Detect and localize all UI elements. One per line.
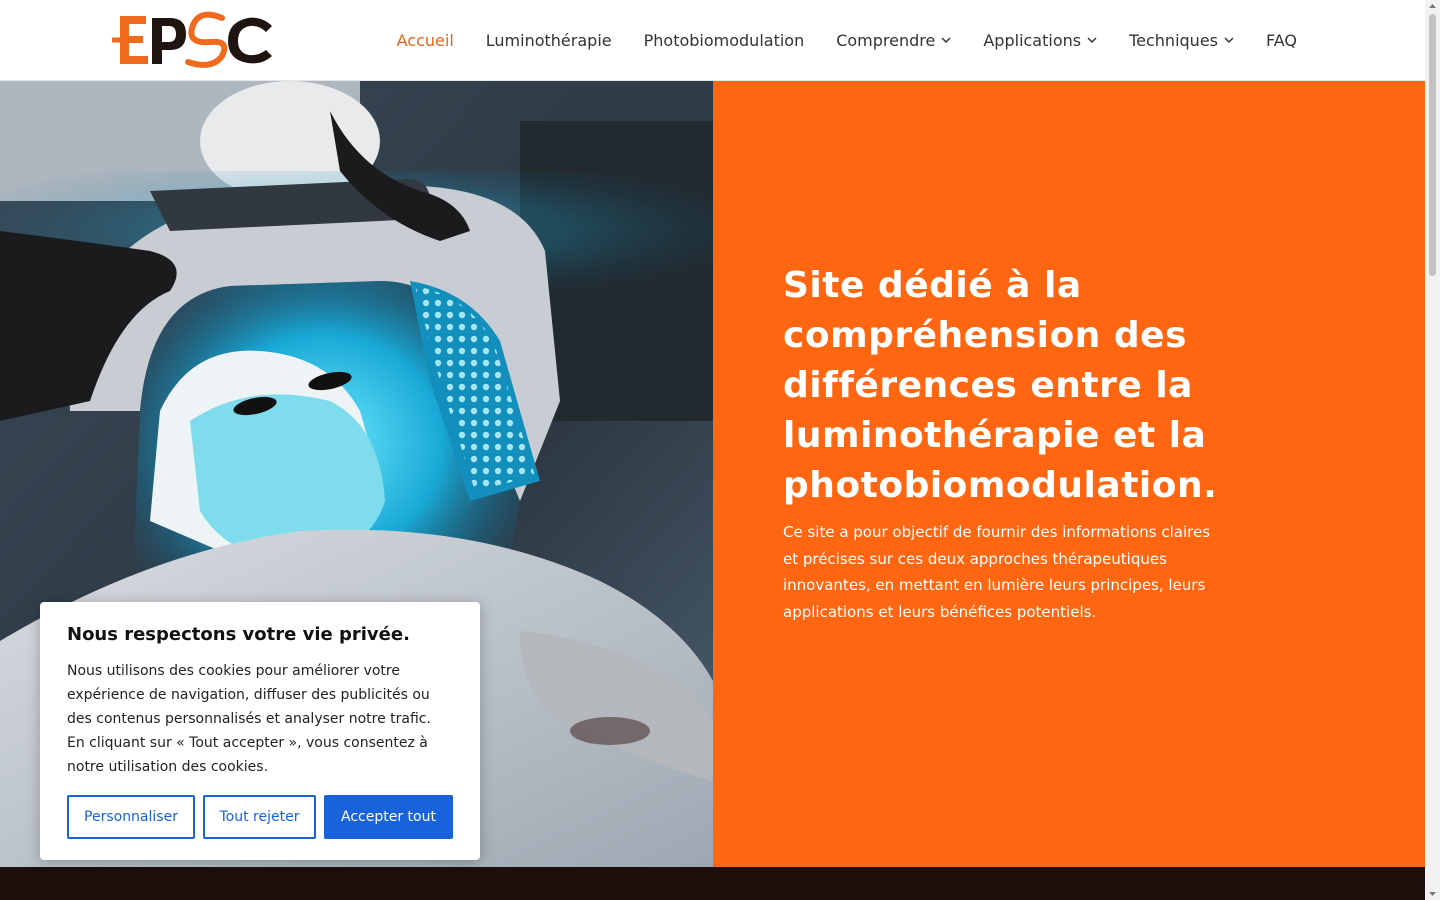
hero-description: Ce site a pour objectif de fournir des i… bbox=[783, 523, 1211, 621]
scrollbar-thumb[interactable] bbox=[1429, 14, 1436, 276]
scroll-down-icon[interactable] bbox=[1428, 889, 1437, 898]
chevron-down-icon bbox=[1087, 37, 1097, 44]
nav-item-label: Applications bbox=[983, 30, 1082, 50]
nav-item-luminotherapie[interactable]: Luminothérapie bbox=[486, 31, 612, 50]
nav-item-label: Luminothérapie bbox=[485, 30, 612, 50]
nav-item-accueil[interactable]: Accueil bbox=[397, 31, 454, 50]
nav-item-label: Comprendre bbox=[836, 30, 936, 50]
cookie-description: Nous utilisons des cookies pour améliore… bbox=[67, 663, 431, 775]
nav-item-label: Accueil bbox=[396, 30, 454, 50]
next-section bbox=[0, 867, 1425, 900]
nav-item-photobiomodulation[interactable]: Photobiomodulation bbox=[644, 31, 805, 50]
nav-item-label: Photobiomodulation bbox=[643, 30, 805, 50]
reject-all-button[interactable]: Tout rejeter bbox=[203, 795, 316, 839]
cookie-title: Nous respectons votre vie privée. bbox=[67, 624, 410, 645]
nav-item-label: FAQ bbox=[1266, 30, 1297, 50]
main-nav: Accueil Luminothérapie Photobiomodulatio… bbox=[397, 0, 1297, 80]
site-logo[interactable] bbox=[112, 10, 276, 70]
scroll-up-icon[interactable] bbox=[1428, 2, 1437, 11]
page-scrollbar[interactable] bbox=[1425, 0, 1440, 900]
nav-item-applications[interactable]: Applications bbox=[983, 31, 1097, 50]
customize-button[interactable]: Personnaliser bbox=[67, 795, 195, 839]
nav-item-techniques[interactable]: Techniques bbox=[1129, 31, 1234, 50]
cookie-consent-banner: Nous respectons votre vie privée. Nous u… bbox=[40, 602, 480, 860]
hero-panel: Site dédié à la compréhension des différ… bbox=[713, 81, 1425, 867]
site-header: Accueil Luminothérapie Photobiomodulatio… bbox=[0, 0, 1425, 81]
chevron-down-icon bbox=[1224, 37, 1234, 44]
hero-title: Site dédié à la compréhension des différ… bbox=[783, 265, 1218, 506]
nav-item-label: Techniques bbox=[1129, 30, 1218, 50]
nav-item-faq[interactable]: FAQ bbox=[1266, 31, 1297, 50]
chevron-down-icon bbox=[941, 37, 951, 44]
accept-all-button[interactable]: Accepter tout bbox=[324, 795, 453, 839]
nav-item-comprendre[interactable]: Comprendre bbox=[836, 31, 951, 50]
